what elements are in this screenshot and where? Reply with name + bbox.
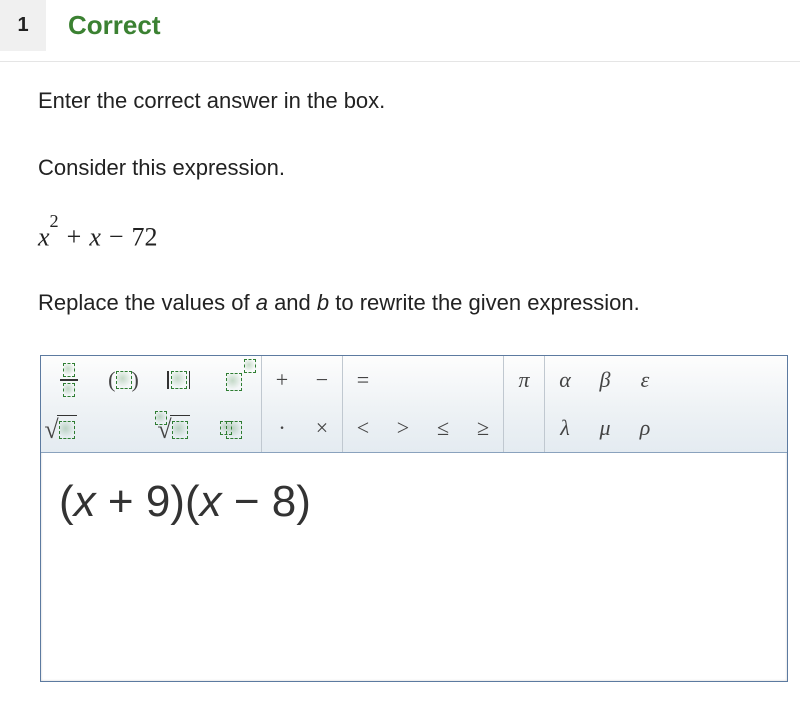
given-expression: x2+x−72 xyxy=(38,220,790,253)
alpha-button[interactable]: α xyxy=(545,356,585,404)
editor-toolbar: () √ xyxy=(41,356,787,453)
equation-editor: () √ xyxy=(40,355,788,682)
parentheses-button[interactable]: () xyxy=(96,356,151,404)
minus-button[interactable]: − xyxy=(302,356,342,404)
question-number: 1 xyxy=(0,0,46,51)
equals-button[interactable]: = xyxy=(343,356,383,404)
fraction-button[interactable] xyxy=(41,356,96,404)
consider-text: Consider this expression. xyxy=(38,153,790,184)
less-than-button[interactable]: < xyxy=(343,404,383,452)
dot-button[interactable]: · xyxy=(262,404,302,452)
nth-root-button[interactable]: √ xyxy=(151,404,206,452)
square-root-button[interactable]: √ xyxy=(41,404,96,452)
replace-instruction: Replace the values of a and b to rewrite… xyxy=(38,288,790,319)
subscript-button[interactable] xyxy=(206,404,261,452)
plus-button[interactable]: + xyxy=(262,356,302,404)
question-card: 1 Correct Enter the correct answer in th… xyxy=(0,0,800,682)
prompt-text: Enter the correct answer in the box. xyxy=(38,86,790,117)
lambda-button[interactable]: λ xyxy=(545,404,585,452)
epsilon-button[interactable]: ε xyxy=(625,356,665,404)
rho-button[interactable]: ρ xyxy=(625,404,665,452)
times-button[interactable]: × xyxy=(302,404,342,452)
answer-input[interactable]: (x + 9)(x − 8) xyxy=(41,453,787,681)
question-header: 1 Correct xyxy=(0,0,800,62)
greater-equal-button[interactable]: ≥ xyxy=(463,404,503,452)
greater-than-button[interactable]: > xyxy=(383,404,423,452)
absolute-value-button[interactable] xyxy=(151,356,206,404)
pi-button[interactable]: π xyxy=(504,356,544,404)
exponent-button[interactable] xyxy=(206,356,261,404)
less-equal-button[interactable]: ≤ xyxy=(423,404,463,452)
beta-button[interactable]: β xyxy=(585,356,625,404)
answer-status: Correct xyxy=(68,10,160,41)
mu-button[interactable]: μ xyxy=(585,404,625,452)
question-body: Enter the correct answer in the box. Con… xyxy=(0,62,800,682)
